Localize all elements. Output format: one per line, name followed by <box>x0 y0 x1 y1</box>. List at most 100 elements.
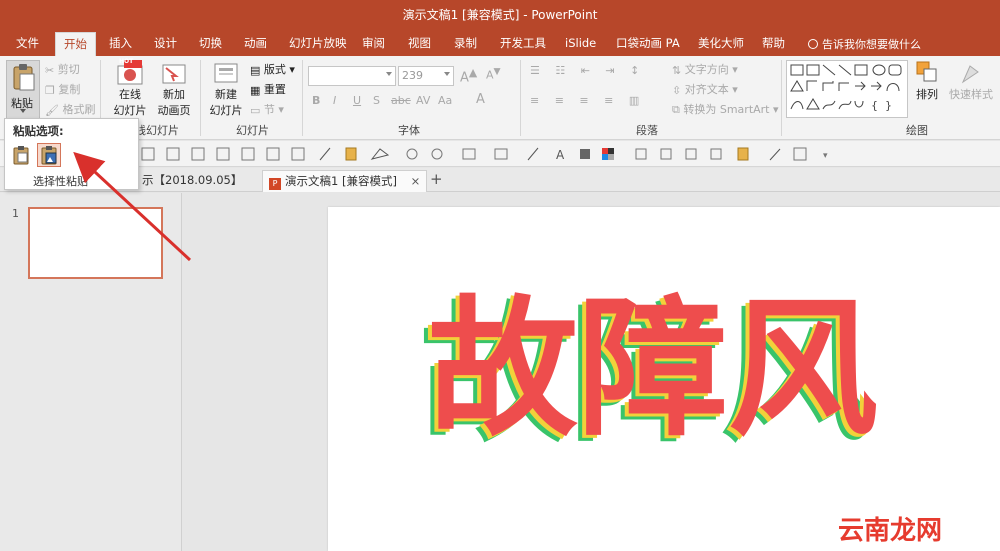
font-name-input[interactable] <box>308 66 396 86</box>
italic-button[interactable]: I <box>333 94 336 107</box>
quick-styles-label: 快速样式 <box>949 88 993 101</box>
add-tab-button[interactable]: + <box>424 170 449 192</box>
menu-bar: 文件 开始 插入 设计 切换 动画 幻灯片放映 审阅 视图 录制 开发工具 iS… <box>0 28 1000 56</box>
slide-thumbnails-pane: 1 <box>0 193 182 551</box>
copy-button[interactable]: ❐ 复制 <box>45 81 80 97</box>
tab-home[interactable]: 开始 <box>55 32 96 56</box>
tab-view[interactable]: 视图 <box>400 32 439 56</box>
align-text-button[interactable]: ⇳ 对齐文本 ▾ <box>672 81 738 97</box>
tab-review[interactable]: 审阅 <box>354 32 393 56</box>
bold-button[interactable]: B <box>312 94 320 107</box>
close-icon[interactable]: × <box>411 174 421 188</box>
svg-text:}: } <box>885 99 892 112</box>
shapes-icon: { } <box>790 64 902 112</box>
shapes-gallery[interactable]: { } <box>786 60 908 118</box>
tab-islide[interactable]: iSlide <box>557 32 604 56</box>
paste-keep-source-option[interactable] <box>9 143 33 167</box>
online-label: 在线 <box>119 88 141 101</box>
doc-tab-active[interactable]: P 演示文稿1 [兼容模式] × <box>262 170 428 192</box>
shrink-font-button[interactable]: A▼ <box>486 66 501 82</box>
reset-label: 重置 <box>263 83 286 96</box>
document-tabs: 示【2018.09.05】 P 演示文稿1 [兼容模式] × + <box>0 168 1000 192</box>
format-painter-button[interactable]: 🖌 格式刷 <box>45 101 95 117</box>
toolbar-icons: A ▾ <box>141 147 828 162</box>
format-painter-label: 格式刷 <box>62 103 96 116</box>
arrange-button[interactable]: 排列 <box>912 60 942 102</box>
doc-tab-other[interactable]: 示【2018.09.05】 <box>136 170 248 192</box>
text-direction-icon: ⇅ <box>672 63 682 77</box>
grow-font-button[interactable]: A▲ <box>460 66 477 85</box>
doc-tab-label: 演示文稿1 [兼容模式] <box>285 174 397 188</box>
tab-animations[interactable]: 动画 <box>236 32 275 56</box>
ribbon: 粘贴 ✂ 剪切 ❐ 复制 🖌 格式刷 HOT 在线 幻灯片 新加 动画页 新建 … <box>0 56 1000 140</box>
section-button[interactable]: ▭ 节 ▾ <box>250 101 284 117</box>
slides-group-label: 幻灯片 <box>236 124 269 137</box>
slide-number: 1 <box>12 207 19 220</box>
tab-insert[interactable]: 插入 <box>101 32 140 56</box>
text-direction-label: 文字方向 <box>684 63 729 76</box>
slide-thumbnail[interactable] <box>28 207 163 279</box>
font-group-label: 字体 <box>398 124 420 137</box>
paste-picture-icon <box>41 146 57 165</box>
underline-button[interactable]: U <box>353 94 361 107</box>
clipboard-icon <box>13 64 35 91</box>
powerpoint-icon: P <box>269 178 281 190</box>
quick-access-toolbar: A ▾ <box>0 141 1000 167</box>
cut-button[interactable]: ✂ 剪切 <box>45 61 80 77</box>
drawing-group-label: 绘图 <box>906 124 928 137</box>
copy-label: 复制 <box>58 83 81 96</box>
paste-options-menu: 粘贴选项: 选择性粘贴 <box>4 118 139 190</box>
tab-beautify[interactable]: 美化大师 <box>690 32 752 56</box>
online-slides-button[interactable]: HOT 在线 幻灯片 <box>108 58 152 120</box>
slide-canvas[interactable]: 故障风 故障风 故障风 <box>328 207 1000 551</box>
tab-design[interactable]: 设计 <box>146 32 185 56</box>
text-direction-button[interactable]: ⇅ 文字方向 ▾ <box>672 61 738 77</box>
char-spacing-button[interactable]: AV <box>416 94 430 107</box>
shadow-button[interactable]: S <box>373 94 380 107</box>
smartart-label: 转换为 SmartArt <box>683 103 770 116</box>
hot-badge: HOT <box>119 58 134 65</box>
font-color-button[interactable]: A <box>476 92 485 107</box>
paste-as-picture-option[interactable] <box>37 143 61 167</box>
brush-icon: 🖌 <box>45 103 59 117</box>
svg-text:{: { <box>871 99 878 112</box>
align-buttons[interactable]: ≡ ≡ ≡ ≡ ▥ <box>530 94 645 107</box>
font-size-input[interactable]: 239 <box>398 66 454 86</box>
clipboard-text-icon <box>13 146 29 165</box>
paste-button[interactable]: 粘贴 <box>6 60 40 120</box>
paragraph-group-label: 段落 <box>636 124 658 137</box>
align-text-label: 对齐文本 <box>684 83 729 96</box>
divider <box>520 60 521 136</box>
tab-slideshow[interactable]: 幻灯片放映 <box>281 32 355 56</box>
tab-help[interactable]: 帮助 <box>754 32 793 56</box>
search-icon <box>808 39 818 49</box>
smartart-button[interactable]: ⧉ 转换为 SmartArt ▾ <box>672 101 779 117</box>
tell-me-search[interactable]: 告诉我你想要做什么 <box>808 36 921 52</box>
svg-text:A: A <box>556 148 565 162</box>
new-slide-button[interactable]: 新建 幻灯片 <box>205 60 247 120</box>
smartart-icon: ⧉ <box>672 103 680 116</box>
quick-styles-button[interactable]: 快速样式 <box>946 60 996 102</box>
change-case-button[interactable]: Aa <box>438 94 452 107</box>
font-size-value: 239 <box>402 69 423 82</box>
watermark-logo: 云南龙网 <box>838 516 943 546</box>
reset-button[interactable]: ▦ 重置 <box>250 81 286 97</box>
list-buttons[interactable]: ☰ ☷ ⇤ ⇥ ↕ <box>530 64 645 77</box>
doc-tab-label: 示【2018.09.05】 <box>142 173 243 187</box>
tab-developer[interactable]: 开发工具 <box>492 32 554 56</box>
strikethrough-button[interactable]: abc <box>391 94 411 107</box>
new-animation-label: 新加 <box>163 88 185 101</box>
copy-icon: ❐ <box>45 83 55 97</box>
slide-title-text[interactable]: 故障风 <box>428 283 878 457</box>
tab-file[interactable]: 文件 <box>8 32 47 56</box>
layout-icon: ▤ <box>250 63 261 77</box>
layout-button[interactable]: ▤ 版式 ▾ <box>250 61 295 77</box>
paste-special-item[interactable]: 选择性粘贴 <box>33 173 88 189</box>
tab-transitions[interactable]: 切换 <box>191 32 230 56</box>
slides-group-label-left: 线幻灯片 <box>135 124 179 137</box>
tab-record[interactable]: 录制 <box>446 32 485 56</box>
tab-pocket-animation[interactable]: 口袋动画 PA <box>608 32 688 56</box>
chevron-down-icon <box>444 72 450 76</box>
paste-options-header: 粘贴选项: <box>13 124 64 138</box>
new-animation-page-button[interactable]: 新加 动画页 <box>154 60 194 120</box>
